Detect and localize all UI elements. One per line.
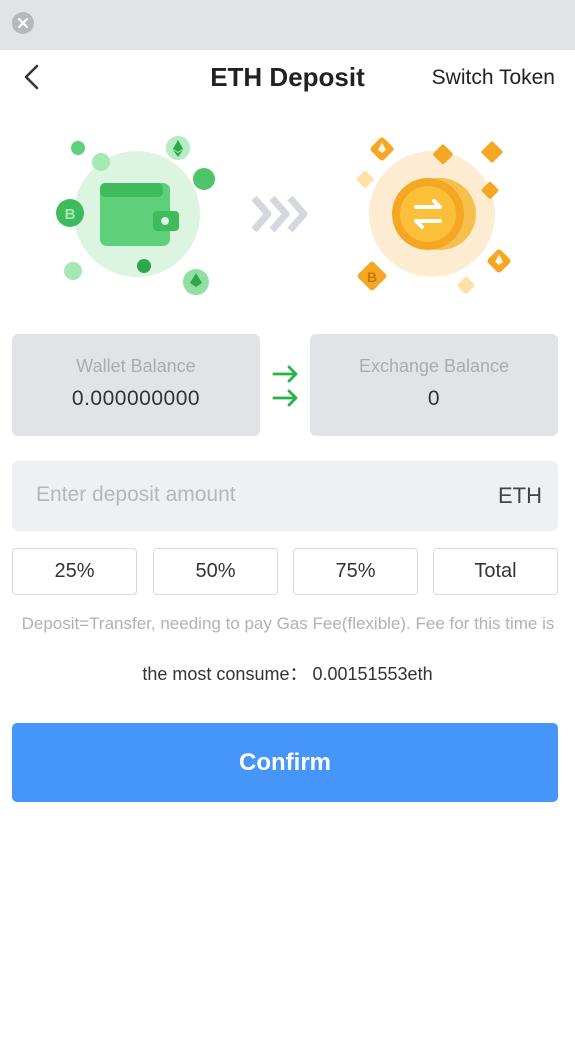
percent-75-button[interactable]: 75% [293,548,418,595]
fee-note: Deposit=Transfer, needing to pay Gas Fee… [21,614,555,633]
exchange-balance-card: Exchange Balance 0 [310,334,558,436]
wallet-balance-card: Wallet Balance 0.000000000 [12,334,260,436]
wallet-balance-label: Wallet Balance [76,356,196,376]
deposit-illustration: B B [56,136,511,295]
svg-text:B: B [367,269,377,285]
wallet-balance-value: 0.000000000 [71,387,201,410]
percent-25-button[interactable]: 25% [12,548,137,595]
deposit-amount-input[interactable] [36,483,416,507]
wallet-icon: B [56,136,215,295]
exchange-balance-value: 0 [427,387,441,410]
svg-text:B: B [65,206,76,223]
exchange-balance-label: Exchange Balance [358,356,510,376]
switch-token-button[interactable]: Switch Token [432,66,555,90]
close-icon[interactable] [12,12,34,34]
deposit-amount-field[interactable]: ETH [12,461,558,531]
confirm-button[interactable]: Confirm [12,723,558,802]
top-bar [0,0,575,50]
percent-total-button[interactable]: Total [433,548,558,595]
nav-bar: ETH Deposit Switch Token [0,50,575,106]
exchange-coin-icon: B [356,137,511,294]
fee-amount: the most consume： 0.00151553eth [142,664,433,684]
amount-unit-label: ETH [498,483,542,508]
transfer-arrows-icon [272,365,298,407]
chevrons-right-icon [251,195,308,233]
percent-50-button[interactable]: 50% [153,548,278,595]
